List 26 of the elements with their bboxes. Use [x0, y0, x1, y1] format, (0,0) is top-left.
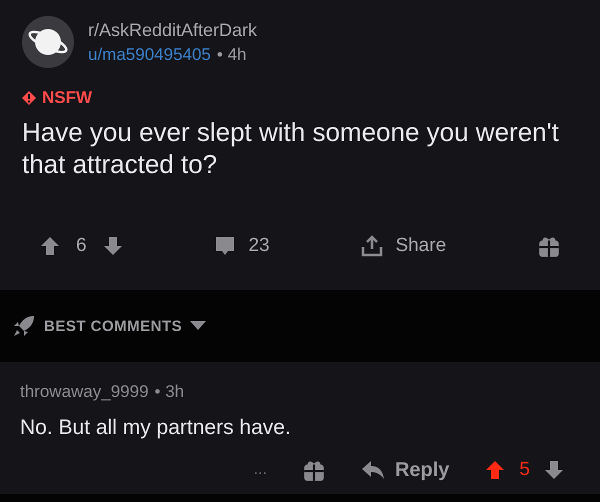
comment-count: 23 — [248, 235, 270, 257]
nsfw-icon — [22, 91, 36, 105]
share-icon[interactable] — [361, 235, 384, 257]
sort-label[interactable]: BEST COMMENTS — [44, 318, 182, 334]
upvote-icon[interactable] — [40, 236, 60, 256]
comment-author[interactable]: throwaway_9999 — [20, 382, 149, 402]
reply-arrow-icon — [360, 460, 385, 480]
reply-button[interactable]: Reply — [360, 458, 450, 482]
caret-icon[interactable] — [190, 321, 206, 331]
downvote-icon[interactable] — [544, 460, 564, 480]
more-button[interactable]: ... — [254, 461, 267, 479]
share-label[interactable]: Share — [395, 235, 446, 257]
vote-count: 6 — [76, 235, 87, 257]
author-link[interactable]: u/ma590495405 — [88, 44, 211, 64]
vote-count: 5 — [519, 459, 530, 481]
downvote-icon[interactable] — [102, 236, 123, 256]
post-title: Have you ever slept with someone you weren't that attracted to? — [22, 116, 560, 180]
comment-time: • 3h — [154, 382, 184, 402]
upvote-icon[interactable] — [485, 460, 506, 480]
planet-icon — [22, 16, 74, 68]
rocket-icon — [12, 314, 36, 338]
post-time: • 4h — [216, 44, 246, 64]
comment-icon[interactable] — [214, 235, 236, 257]
comment-text: No. But all my partners have. — [20, 416, 292, 440]
subreddit-name[interactable]: r/AskRedditAfterDark — [88, 20, 258, 40]
nsfw-label: NSFW — [42, 88, 92, 108]
